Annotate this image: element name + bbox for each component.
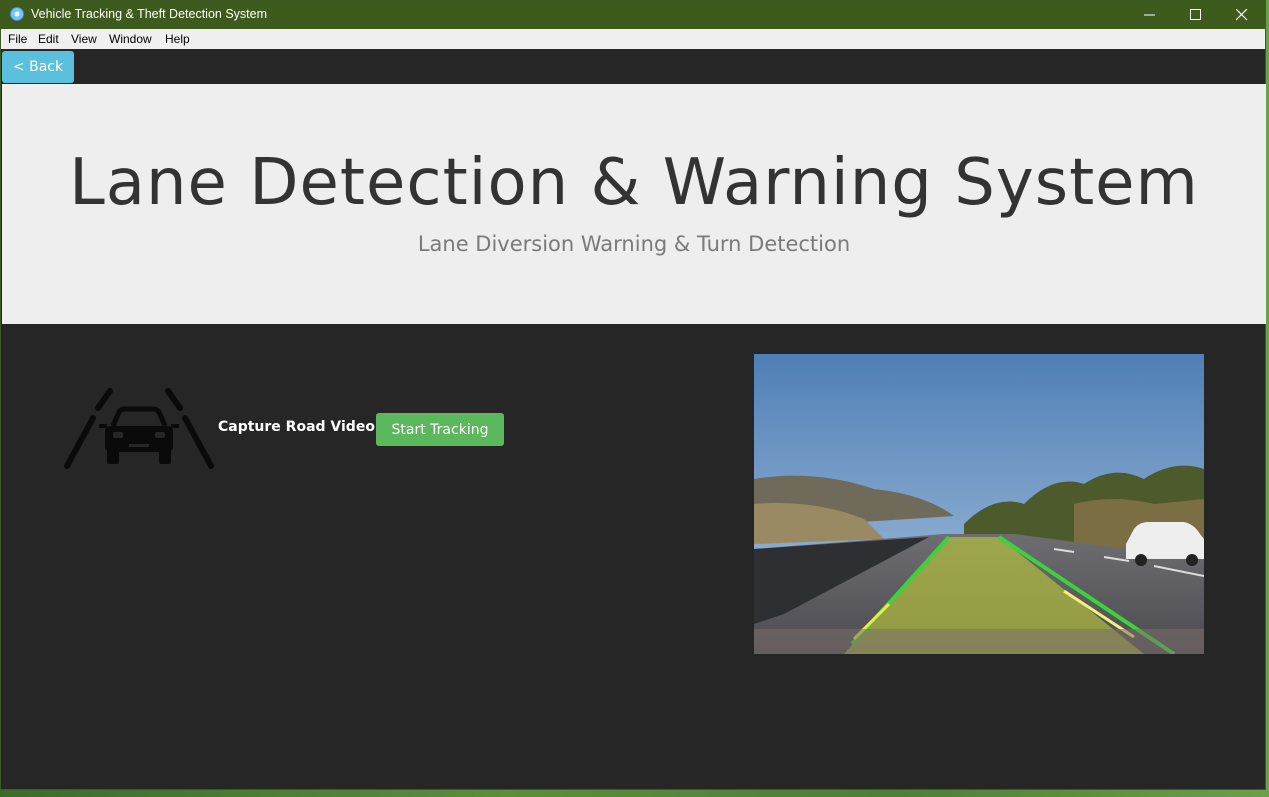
menu-file[interactable]: File	[8, 32, 27, 46]
capture-road-video-label: Capture Road Video :	[218, 419, 386, 435]
car-lane-icon	[64, 388, 214, 469]
maximize-icon	[1190, 9, 1201, 20]
close-icon	[1236, 9, 1248, 21]
menu-edit[interactable]: Edit	[38, 32, 59, 46]
page-title: Lane Detection & Warning System	[69, 146, 1199, 220]
close-button[interactable]	[1219, 1, 1265, 29]
back-button[interactable]: < Back	[2, 51, 74, 83]
maximize-button[interactable]	[1173, 1, 1219, 29]
start-tracking-button[interactable]: Start Tracking	[376, 413, 504, 446]
app-globe-icon	[10, 7, 24, 21]
title-bar[interactable]: Vehicle Tracking & Theft Detection Syste…	[1, 1, 1265, 29]
road-lane-preview-image	[754, 354, 1204, 654]
app-window: Vehicle Tracking & Theft Detection Syste…	[0, 0, 1266, 790]
menu-help[interactable]: Help	[165, 32, 190, 46]
menu-bar: File Edit View Window Help	[1, 29, 1265, 49]
hero-banner: Lane Detection & Warning System Lane Div…	[2, 84, 1266, 324]
menu-window[interactable]: Window	[109, 32, 152, 46]
menu-view[interactable]: View	[71, 32, 97, 46]
page-subtitle: Lane Diversion Warning & Turn Detection	[417, 232, 851, 256]
minimize-icon	[1144, 14, 1155, 16]
minimize-button[interactable]	[1127, 1, 1173, 29]
window-title: Vehicle Tracking & Theft Detection Syste…	[31, 7, 267, 21]
nav-strip	[1, 49, 1265, 83]
